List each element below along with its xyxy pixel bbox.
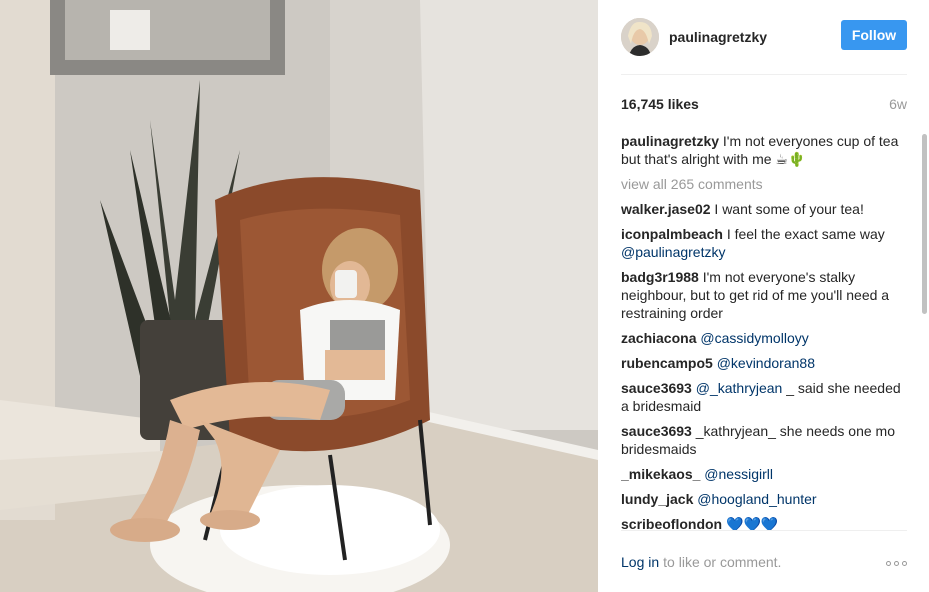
comment-text: I want some of your tea! [714, 201, 864, 217]
post-photo[interactable] [0, 0, 598, 592]
comment-username[interactable]: _mikekaos_ [621, 466, 700, 482]
login-link[interactable]: Log in [621, 554, 659, 570]
comment-item: _mikekaos_ @nessigirll [621, 465, 907, 483]
comments-scrollbar[interactable] [920, 130, 929, 530]
more-options-icon[interactable] [886, 561, 907, 566]
comment-mention[interactable]: @kevindoran88 [717, 355, 815, 371]
comment-username[interactable]: iconpalmbeach [621, 226, 723, 242]
comment-username[interactable]: badg3r1988 [621, 269, 699, 285]
post-stats: 16,745 likes 6w [621, 94, 907, 114]
comment-mention[interactable]: @hoogland_hunter [697, 491, 816, 507]
comment-item: sauce3693 @_kathryjean _ said she needed… [621, 379, 907, 415]
caption-username[interactable]: paulinagretzky [621, 133, 719, 149]
follow-button[interactable]: Follow [841, 20, 907, 50]
post-footer: Log in to like or comment. [621, 530, 907, 592]
comment-text: 💙💙💙 [726, 516, 779, 530]
comment-text: I feel the exact same way [726, 226, 885, 242]
comment-item: scribeoflondon 💙💙💙 [621, 515, 907, 530]
avatar-image [621, 18, 659, 56]
likes-count[interactable]: 16,745 likes [621, 96, 699, 112]
caption: paulinagretzky I'm not everyones cup of … [621, 132, 907, 168]
comment-item: zachiacona @cassidymolloyy [621, 329, 907, 347]
comment-item: walker.jase02 I want some of your tea! [621, 200, 907, 218]
post-header: paulinagretzky Follow [621, 0, 907, 75]
scrollbar-thumb[interactable] [922, 134, 927, 314]
post-age[interactable]: 6w [889, 96, 907, 112]
post-side-panel: paulinagretzky Follow 16,745 likes 6w pa… [598, 0, 929, 592]
comment-username[interactable]: sauce3693 [621, 423, 692, 439]
comment-username[interactable]: lundy_jack [621, 491, 693, 507]
comment-mention[interactable]: @paulinagretzky [621, 244, 726, 260]
comment-mention[interactable]: @nessigirll [704, 466, 773, 482]
comment-mention[interactable]: @cassidymolloyy [700, 330, 808, 346]
comment-item: badg3r1988 I'm not everyone's stalky nei… [621, 268, 907, 322]
comment-username[interactable]: sauce3693 [621, 380, 692, 396]
comment-item: sauce3693 _kathryjean_ she needs one mo … [621, 422, 907, 458]
comment-mention[interactable]: @_kathryjean [696, 380, 783, 396]
comment-username[interactable]: zachiacona [621, 330, 696, 346]
login-prompt-text: to like or comment. [663, 553, 782, 570]
comment-item: lundy_jack @hoogland_hunter [621, 490, 907, 508]
comment-username[interactable]: rubencampo5 [621, 355, 713, 371]
post-author-username[interactable]: paulinagretzky [669, 29, 767, 45]
avatar[interactable] [621, 18, 659, 56]
comment-username[interactable]: walker.jase02 [621, 201, 711, 217]
view-all-comments-link[interactable]: view all 265 comments [621, 175, 907, 193]
post-view: paulinagretzky Follow 16,745 likes 6w pa… [0, 0, 929, 592]
comment-username[interactable]: scribeoflondon [621, 516, 722, 530]
comments-list: paulinagretzky I'm not everyones cup of … [621, 132, 907, 530]
photo-illustration [0, 0, 598, 592]
comment-item: rubencampo5 @kevindoran88 [621, 354, 907, 372]
comment-item: iconpalmbeach I feel the exact same way … [621, 225, 907, 261]
